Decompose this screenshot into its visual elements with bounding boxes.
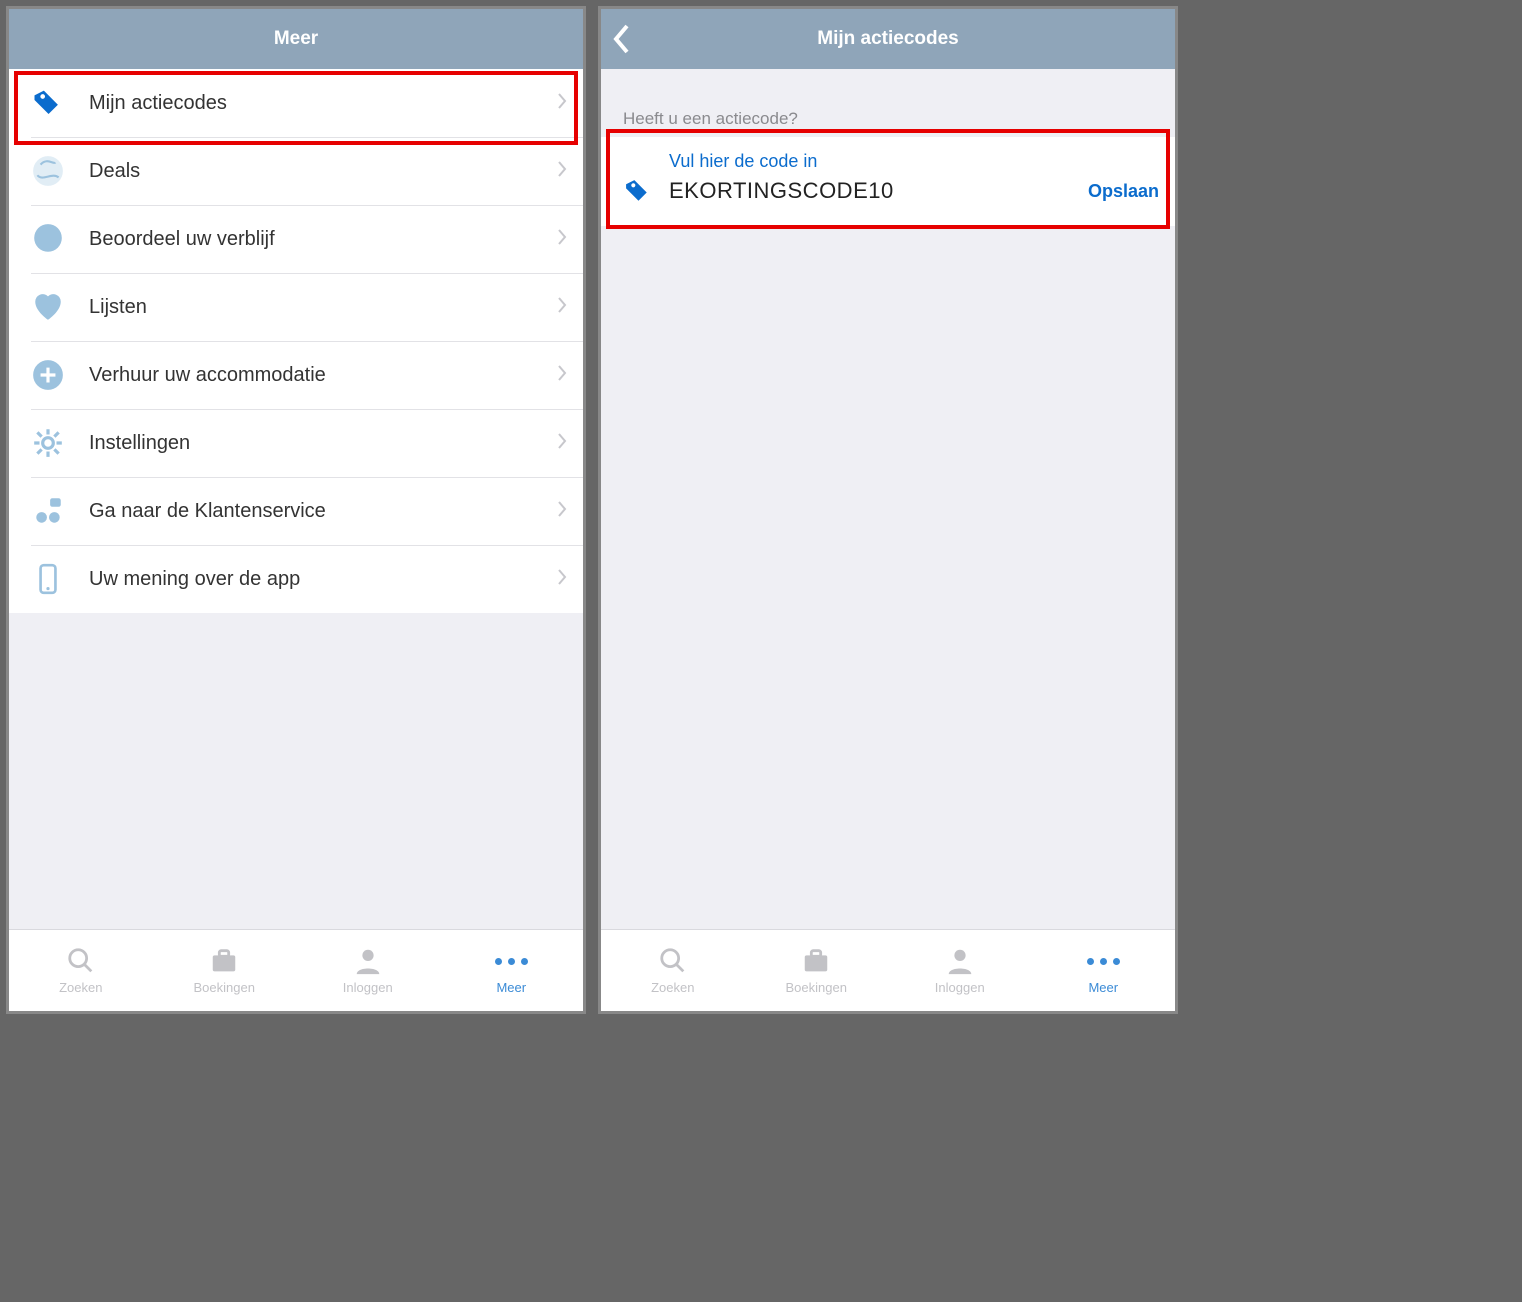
- tab-inloggen[interactable]: Inloggen: [296, 930, 440, 1011]
- menu-item-label: Beoordeel uw verblijf: [89, 228, 557, 251]
- menu-item-lijsten[interactable]: Lijsten: [9, 273, 583, 341]
- tab-boekingen[interactable]: Boekingen: [745, 930, 889, 1011]
- gear-icon: [31, 426, 65, 460]
- search-icon: [658, 946, 688, 976]
- suitcase-icon: [209, 946, 239, 976]
- menu-item-label: Verhuur uw accommodatie: [89, 364, 557, 387]
- menu-item-label: Mijn actiecodes: [89, 92, 557, 115]
- menu-item-mening[interactable]: Uw mening over de app: [9, 545, 583, 613]
- tag-icon: [31, 86, 65, 120]
- chat-icon: [31, 222, 65, 256]
- nav-bar: Meer: [9, 9, 583, 69]
- menu-item-label: Instellingen: [89, 432, 557, 455]
- heart-icon: [31, 290, 65, 324]
- tab-inloggen[interactable]: Inloggen: [888, 930, 1032, 1011]
- right-screen: Mijn actiecodes Heeft u een actiecode? V…: [598, 6, 1178, 1014]
- menu-item-label: Lijsten: [89, 296, 557, 319]
- tag-icon: [623, 176, 653, 206]
- tab-label: Boekingen: [194, 980, 255, 995]
- menu-item-instellingen[interactable]: Instellingen: [9, 409, 583, 477]
- back-button[interactable]: [613, 9, 631, 69]
- section-header: Heeft u een actiecode?: [601, 69, 1175, 137]
- menu-item-mijn-actiecodes[interactable]: Mijn actiecodes: [9, 69, 583, 137]
- content-area: Heeft u een actiecode? Vul hier de code …: [601, 69, 1175, 929]
- chevron-right-icon: [557, 161, 567, 182]
- chevron-right-icon: [557, 229, 567, 250]
- chevron-right-icon: [557, 569, 567, 590]
- support-icon: [31, 494, 65, 528]
- user-icon: [945, 946, 975, 976]
- content-area: Mijn actiecodes Deals Beoordeel uw verbl…: [9, 69, 583, 929]
- phone-icon: [31, 562, 65, 596]
- menu-item-label: Deals: [89, 160, 557, 183]
- tab-label: Boekingen: [786, 980, 847, 995]
- menu-item-label: Ga naar de Klantenservice: [89, 500, 557, 523]
- nav-bar: Mijn actiecodes: [601, 9, 1175, 69]
- tab-zoeken[interactable]: Zoeken: [9, 930, 153, 1011]
- user-icon: [353, 946, 383, 976]
- tab-label: Inloggen: [935, 980, 985, 995]
- chevron-right-icon: [557, 501, 567, 522]
- chevron-right-icon: [557, 365, 567, 386]
- suitcase-icon: [801, 946, 831, 976]
- tab-label: Zoeken: [59, 980, 102, 995]
- tab-label: Meer: [1088, 980, 1118, 995]
- chevron-right-icon: [557, 297, 567, 318]
- search-icon: [66, 946, 96, 976]
- menu-item-klantenservice[interactable]: Ga naar de Klantenservice: [9, 477, 583, 545]
- menu-item-beoordeel[interactable]: Beoordeel uw verblijf: [9, 205, 583, 273]
- tab-meer[interactable]: Meer: [1032, 930, 1176, 1011]
- tab-label: Zoeken: [651, 980, 694, 995]
- code-entry-box: Vul hier de code in EKORTINGSCODE10 Opsl…: [601, 137, 1175, 226]
- chevron-left-icon: [613, 24, 631, 54]
- nav-title: Mijn actiecodes: [817, 28, 959, 50]
- tab-boekingen[interactable]: Boekingen: [153, 930, 297, 1011]
- chevron-right-icon: [557, 433, 567, 454]
- dots-icon: [1087, 946, 1120, 976]
- tab-label: Inloggen: [343, 980, 393, 995]
- dots-icon: [495, 946, 528, 976]
- tab-bar: Zoeken Boekingen Inloggen Meer: [9, 929, 583, 1011]
- nav-title: Meer: [274, 28, 318, 50]
- menu-list: Mijn actiecodes Deals Beoordeel uw verbl…: [9, 69, 583, 613]
- plus-circle-icon: [31, 358, 65, 392]
- tab-bar: Zoeken Boekingen Inloggen Meer: [601, 929, 1175, 1011]
- left-screen: Meer Mijn actiecodes Deals Beoordeel uw …: [6, 6, 586, 1014]
- tab-label: Meer: [496, 980, 526, 995]
- tab-zoeken[interactable]: Zoeken: [601, 930, 745, 1011]
- code-row: EKORTINGSCODE10 Opslaan: [623, 176, 1159, 206]
- code-input[interactable]: EKORTINGSCODE10: [669, 178, 1088, 204]
- code-hint-label: Vul hier de code in: [669, 151, 1159, 172]
- tab-meer[interactable]: Meer: [440, 930, 584, 1011]
- chevron-right-icon: [557, 93, 567, 114]
- menu-item-verhuur[interactable]: Verhuur uw accommodatie: [9, 341, 583, 409]
- save-button[interactable]: Opslaan: [1088, 181, 1159, 202]
- menu-item-label: Uw mening over de app: [89, 568, 557, 591]
- menu-item-deals[interactable]: Deals: [9, 137, 583, 205]
- globe-icon: [31, 154, 65, 188]
